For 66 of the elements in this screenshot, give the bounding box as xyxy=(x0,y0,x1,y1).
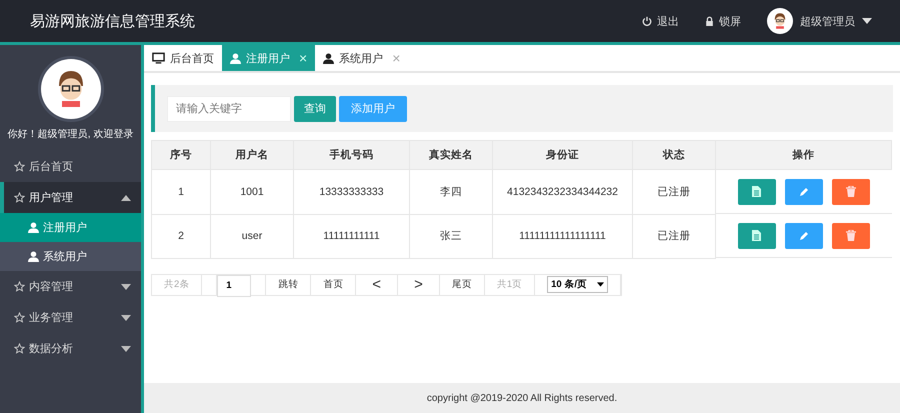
column-header: 身份证 xyxy=(492,140,632,170)
table-cell: 已注册 xyxy=(632,214,716,258)
table-cell: 11111111111 xyxy=(294,214,410,258)
table-cell: user xyxy=(210,214,294,258)
star-icon xyxy=(14,192,25,203)
menu-item[interactable]: 数据分析 xyxy=(0,333,141,364)
pencil-icon xyxy=(798,186,809,196)
welcome-text: 你好！超级管理员, 欢迎登录 xyxy=(6,128,134,141)
star-icon xyxy=(14,312,25,323)
edit-button[interactable] xyxy=(784,178,823,204)
table-cell: 4132343232334344232 xyxy=(492,170,632,214)
view-button[interactable] xyxy=(738,222,776,248)
document-icon xyxy=(752,230,762,241)
table-cell: 13333333333 xyxy=(294,170,410,214)
star-icon xyxy=(14,343,25,354)
star-icon xyxy=(14,161,25,172)
pencil-icon xyxy=(798,230,809,240)
star-icon xyxy=(14,281,25,292)
caret-icon xyxy=(121,284,131,290)
menu-item[interactable]: 用户管理 xyxy=(0,182,141,213)
table-cell: 1 xyxy=(152,170,210,214)
table-cell: 1001 xyxy=(210,170,294,214)
view-button[interactable] xyxy=(738,178,776,204)
menu-item[interactable]: 后台首页 xyxy=(0,151,141,182)
table-cell: 张三 xyxy=(410,214,492,258)
column-header: 用户名 xyxy=(210,140,294,170)
submenu-item[interactable]: 系统用户 xyxy=(0,242,141,271)
copyright-text: copyright @2019-2020 All Rights reserved. xyxy=(426,392,618,404)
page-number-field[interactable]: 1 xyxy=(217,274,252,296)
trash-icon xyxy=(846,230,856,241)
caret-icon xyxy=(862,18,872,24)
app-title: 易游网旅游信息管理系统 xyxy=(30,12,195,30)
delete-button[interactable] xyxy=(832,178,870,204)
user-icon xyxy=(323,52,334,64)
column-header: 真实姓名 xyxy=(410,140,492,170)
caret-icon xyxy=(121,194,131,200)
cartoon-avatar-icon xyxy=(767,8,793,34)
column-header: 手机号码 xyxy=(294,140,410,170)
trash-icon xyxy=(846,186,856,197)
user-icon xyxy=(28,251,39,262)
user-menu-button[interactable]: 超级管理员 xyxy=(767,8,872,34)
header-action-button[interactable]: 退出 xyxy=(642,14,679,28)
caret-icon xyxy=(121,346,131,352)
column-header: 操作 xyxy=(716,140,892,170)
column-header: 序号 xyxy=(152,140,210,170)
edit-button[interactable] xyxy=(784,222,823,248)
header-action-button[interactable]: 锁屏 xyxy=(705,14,741,28)
caret-icon xyxy=(596,282,604,287)
keyword-search-field[interactable]: 请输入关键字 xyxy=(167,96,291,122)
page-size-dropdown[interactable]: 10 条/页 xyxy=(547,276,608,293)
table-cell: 11111111111111111 xyxy=(492,214,632,258)
caret-icon xyxy=(121,314,131,320)
menu-item[interactable]: 内容管理 xyxy=(0,271,141,302)
submenu-item[interactable]: 注册用户 xyxy=(0,213,141,242)
delete-button[interactable] xyxy=(832,222,870,248)
menu-item[interactable]: 业务管理 xyxy=(0,302,141,333)
user-icon xyxy=(28,222,39,233)
table-cell: 2 xyxy=(152,214,210,258)
monitor-icon xyxy=(152,52,165,64)
column-header: 状态 xyxy=(632,140,716,170)
document-icon xyxy=(752,186,762,197)
lock-icon xyxy=(705,16,714,26)
table-cell: 已注册 xyxy=(632,170,716,214)
user-icon xyxy=(230,52,241,64)
power-icon xyxy=(642,16,652,26)
table-cell: 李四 xyxy=(410,170,492,214)
